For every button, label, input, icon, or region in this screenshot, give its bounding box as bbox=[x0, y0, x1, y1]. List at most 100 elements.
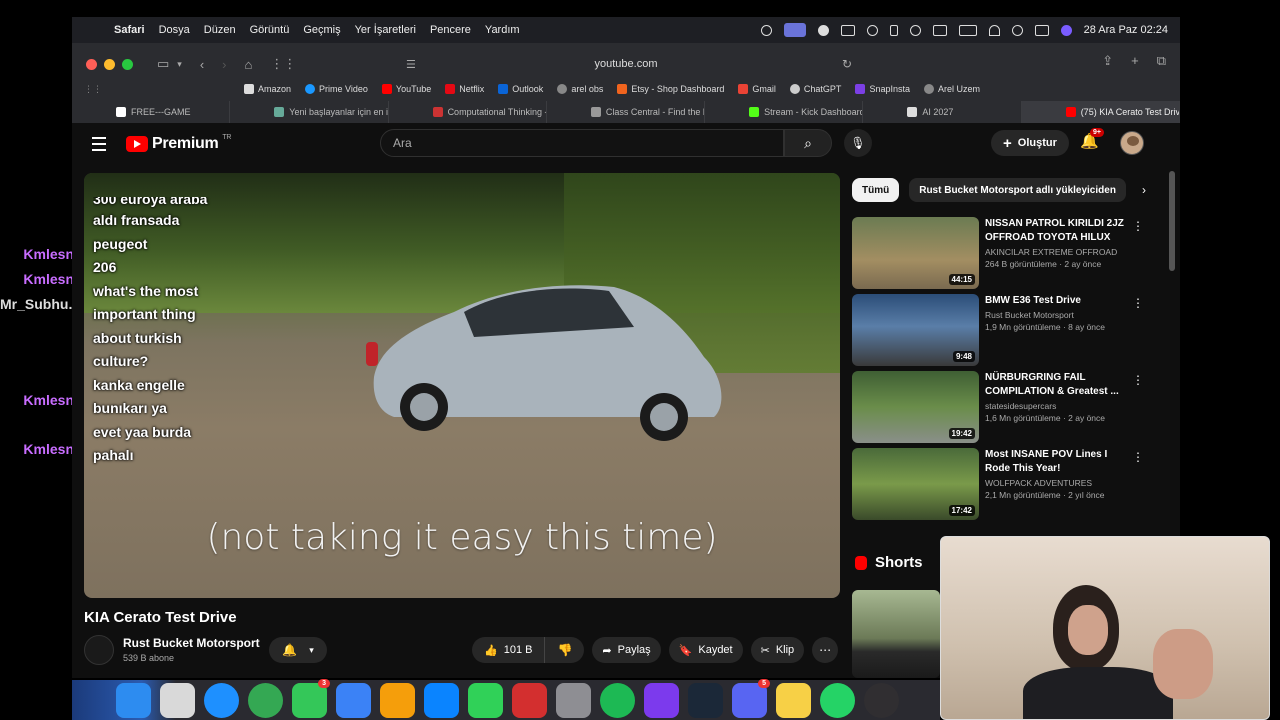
bookmark-item[interactable]: arel obs bbox=[557, 84, 603, 94]
steam-icon[interactable] bbox=[688, 682, 723, 718]
browser-tab[interactable]: Computational Thinking - CS... bbox=[389, 101, 547, 123]
youtube-logo[interactable]: Premium TR bbox=[126, 134, 231, 153]
discord-icon[interactable]: 5 bbox=[732, 678, 770, 718]
bookmark-item[interactable]: Gmail bbox=[738, 84, 776, 94]
photos-icon[interactable] bbox=[380, 682, 415, 718]
video-title[interactable]: NISSAN PATROL KIRILDI 2JZ OFFROAD TOYOTA… bbox=[985, 217, 1135, 245]
menu-view[interactable]: Görüntü bbox=[250, 24, 290, 36]
recommended-video[interactable]: 44:15 NISSAN PATROL KIRILDI 2JZ OFFROAD … bbox=[852, 217, 1152, 289]
bookmark-item[interactable]: SnapInsta bbox=[855, 84, 910, 94]
menu-history[interactable]: Geçmiş bbox=[303, 24, 340, 36]
video-title[interactable]: BMW E36 Test Drive bbox=[985, 294, 1135, 308]
video-thumbnail[interactable]: 19:42 bbox=[852, 371, 979, 443]
forward-icon[interactable]: › bbox=[222, 57, 226, 72]
menu-icon[interactable] bbox=[92, 137, 106, 155]
notes-icon[interactable] bbox=[776, 682, 811, 718]
dislike-button[interactable]: 👎 bbox=[545, 637, 584, 663]
page-settings-icon[interactable]: ☰ bbox=[406, 58, 416, 71]
bookmark-item[interactable]: YouTube bbox=[381, 84, 431, 94]
account-avatar[interactable] bbox=[1120, 131, 1144, 155]
user-icon[interactable] bbox=[909, 24, 921, 36]
create-button[interactable]: + Oluştur bbox=[991, 130, 1069, 156]
menu-help[interactable]: Yardım bbox=[485, 24, 520, 36]
notifications-button[interactable]: 🔔 9+ bbox=[1080, 128, 1104, 150]
apps-grid-icon[interactable]: ⋮⋮ bbox=[270, 56, 296, 72]
video-player[interactable]: 300 euroya araba aldı fransada peugeot 2… bbox=[84, 173, 840, 598]
video-thumbnail[interactable]: 17:42 bbox=[852, 448, 979, 520]
page-scrollbar[interactable] bbox=[1169, 171, 1175, 271]
display-icon[interactable] bbox=[840, 24, 855, 36]
obs-icon[interactable] bbox=[864, 682, 899, 718]
battery-icon[interactable] bbox=[958, 24, 977, 36]
video-title[interactable]: NÜRBURGRING FAIL COMPILATION & Greatest … bbox=[985, 371, 1135, 399]
bookmark-item[interactable]: ChatGPT bbox=[789, 84, 841, 94]
channel-name[interactable]: AKINCILAR EXTREME OFFROAD bbox=[985, 247, 1135, 257]
chrome-icon[interactable] bbox=[248, 682, 283, 718]
more-actions-button[interactable]: ⋯ bbox=[812, 637, 839, 663]
share-icon[interactable]: ⇪ bbox=[1102, 53, 1113, 69]
system-settings-icon[interactable] bbox=[556, 682, 591, 718]
video-thumbnail[interactable]: 9:48 bbox=[852, 294, 979, 366]
minimize-window-button[interactable] bbox=[104, 58, 115, 70]
channel-name[interactable]: Rust Bucket Motorsport bbox=[123, 636, 260, 650]
chevron-down-icon[interactable]: ▾ bbox=[177, 59, 182, 70]
facetime-icon[interactable] bbox=[468, 682, 503, 718]
audio-icon[interactable] bbox=[889, 24, 898, 36]
channel-name[interactable]: Rust Bucket Motorsport bbox=[985, 310, 1135, 320]
control-center-icon[interactable] bbox=[1034, 24, 1049, 36]
save-button[interactable]: 🔖 Kaydet bbox=[668, 637, 743, 663]
messages-icon[interactable]: 3 bbox=[292, 678, 330, 718]
reload-icon[interactable]: ↻ bbox=[842, 57, 852, 71]
menu-bookmarks[interactable]: Yer İşaretleri bbox=[355, 24, 416, 36]
bookmark-item[interactable]: Netflix bbox=[445, 84, 484, 94]
bookmarks-grid-icon[interactable]: ⋮⋮ bbox=[84, 84, 244, 95]
video-thumbnail[interactable]: 44:15 bbox=[852, 217, 979, 289]
browser-tab[interactable]: FREE---GAME bbox=[72, 101, 231, 123]
browser-tab-active[interactable]: (75) KIA Cerato Test Drive -... bbox=[1021, 101, 1180, 123]
zoom-window-button[interactable] bbox=[122, 58, 133, 70]
menu-edit[interactable]: Düzen bbox=[204, 24, 236, 36]
address-bar[interactable]: ☰ youtube.com ↻ bbox=[400, 53, 852, 75]
browser-tab[interactable]: AI 2027 bbox=[863, 101, 1022, 123]
spotify-icon[interactable] bbox=[600, 682, 635, 718]
record-dot-icon[interactable] bbox=[817, 24, 829, 36]
recommended-video[interactable]: 9:48 BMW E36 Test Drive Rust Bucket Moto… bbox=[852, 294, 1152, 366]
channel-avatar[interactable] bbox=[84, 635, 114, 665]
screen-time-icon[interactable] bbox=[760, 24, 772, 36]
share-button[interactable]: ➦ Paylaş bbox=[592, 637, 661, 663]
screen-record-icon[interactable] bbox=[783, 23, 806, 37]
new-tab-icon[interactable]: + bbox=[1131, 53, 1139, 69]
siri-icon[interactable] bbox=[1060, 24, 1072, 36]
menu-app-name[interactable]: Safari bbox=[114, 24, 145, 36]
like-button[interactable]: 👍 101 B bbox=[472, 637, 546, 663]
prime-video-icon[interactable] bbox=[644, 682, 679, 718]
menu-file[interactable]: Dosya bbox=[159, 24, 190, 36]
car-icon[interactable] bbox=[932, 24, 947, 36]
voice-search-button[interactable]: 🎙 bbox=[844, 129, 872, 157]
more-options-icon[interactable]: ⋮ bbox=[1132, 373, 1144, 387]
launchpad-icon[interactable] bbox=[160, 682, 195, 718]
tab-overview-icon[interactable]: ⧉ bbox=[1157, 53, 1166, 69]
wifi-icon[interactable] bbox=[988, 24, 1000, 36]
play-icon[interactable] bbox=[866, 24, 878, 36]
menubar-clock[interactable]: 28 Ara Paz 02:24 bbox=[1084, 24, 1168, 36]
channel-name[interactable]: WOLFPACK ADVENTURES bbox=[985, 478, 1135, 488]
chip-from-uploader[interactable]: Rust Bucket Motorsport adlı yükleyiciden bbox=[909, 178, 1126, 202]
recommended-video[interactable]: 19:42 NÜRBURGRING FAIL COMPILATION & Gre… bbox=[852, 371, 1152, 443]
subscription-bell-button[interactable]: 🔔 ▾ bbox=[269, 637, 327, 663]
video-title[interactable]: Most INSANE POV Lines I Rode This Year! bbox=[985, 448, 1135, 476]
search-input[interactable]: Ara bbox=[380, 129, 784, 157]
chip-all[interactable]: Tümü bbox=[852, 178, 900, 202]
bookmark-item[interactable]: Arel Uzem bbox=[923, 84, 980, 94]
more-options-icon[interactable]: ⋮ bbox=[1132, 219, 1144, 233]
app-store-icon[interactable] bbox=[424, 682, 459, 718]
menu-window[interactable]: Pencere bbox=[430, 24, 471, 36]
sidebar-toggle-icon[interactable]: ▭ bbox=[157, 56, 169, 72]
whatsapp-icon[interactable] bbox=[820, 682, 855, 718]
home-icon[interactable]: ⌂ bbox=[245, 57, 253, 72]
finder-icon[interactable] bbox=[116, 682, 151, 718]
bookmark-item[interactable]: Amazon bbox=[244, 84, 291, 94]
mail-icon[interactable] bbox=[336, 682, 371, 718]
close-window-button[interactable] bbox=[86, 58, 97, 70]
short-thumbnail[interactable] bbox=[852, 590, 940, 678]
